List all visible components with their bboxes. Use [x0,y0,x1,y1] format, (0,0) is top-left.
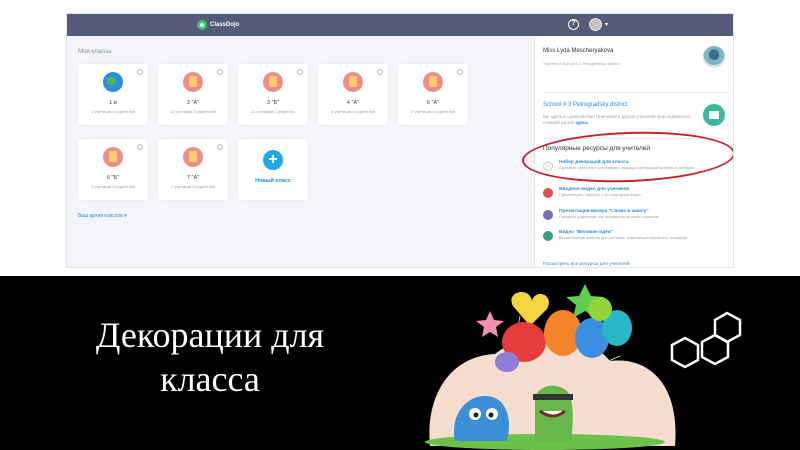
class-select-radio[interactable] [137,69,143,75]
presentation-icon [543,210,553,220]
monster-blindfold [533,394,573,400]
class-meta: 2 учеников 0 родителей [410,109,456,114]
class-name: 6 "Б" [106,175,120,181]
book-icon [263,72,283,92]
all-resources-link[interactable]: Посмотреть все ресурсы для учителей [543,262,630,267]
class-select-radio[interactable] [217,144,223,150]
class-meta: 15 учеников 1 родитель [250,109,296,114]
hexagon [700,333,730,366]
profile-avatar[interactable] [703,46,725,68]
resource-item[interactable]: Вводное видео для учеников Презентация C… [543,187,733,207]
class-select-radio[interactable] [297,69,303,75]
class-card[interactable]: 4 "А" 6 учеников 0 родителей [318,64,388,125]
book-icon [183,72,203,92]
chevron-down-icon[interactable]: ▾ [605,21,608,28]
teacher-name: Miss Lyda Mescheryakova [543,48,614,54]
divider [543,92,729,93]
plus-icon: + [263,150,283,170]
class-archive-label: Ваш архив классов [78,213,123,219]
school-invite-link[interactable]: здесь [575,120,588,125]
class-card[interactable]: 1 в 1 учеников 0 родителей [78,64,148,125]
classdojo-logo[interactable]: ClassDojo [197,19,239,31]
idea-video-icon [543,231,553,241]
class-name: 6 "А" [426,100,440,106]
school-invite-message: Вы здесь в одиночестве! Пригласите други… [543,114,691,125]
class-archive-link[interactable]: Ваш архив классов ▾ [78,213,127,219]
class-meta: 3 учеников 0 родителей [90,184,136,189]
class-name: 3 "Б" [266,100,280,106]
resource-title[interactable]: Вводное видео для учеников [559,187,629,192]
video-icon [543,188,553,198]
class-select-radio[interactable] [137,144,143,150]
school-link[interactable]: School # 3 Petrogradsky district [543,102,627,108]
monsters-illustration [425,284,676,450]
class-meta: 6 учеников 0 родителей [330,109,376,114]
resource-desc: Покажите родителям, как оставаться на св… [559,215,660,219]
new-class-label: Новый класс [255,178,291,184]
resource-title[interactable]: Презентация вечера "Снова в школу" [559,209,649,214]
class-select-radio[interactable] [457,69,463,75]
classdojo-screenshot: ClassDojo ? ▾ Мои классы 1 в 1 учеников … [66,13,734,268]
class-select-radio[interactable] [217,69,223,75]
balloon [495,352,519,372]
class-name: 7 "А" [186,175,200,181]
slide-title: Декорации для класса [60,313,360,401]
slide-title-line: Декорации для [95,315,325,355]
help-icon[interactable]: ? [568,19,579,30]
star-balloon [476,311,504,337]
resource-desc: Презентация ClassDojo с 90-секундным вид… [559,193,641,197]
book-icon [343,72,363,92]
user-avatar[interactable] [589,18,602,31]
class-meta: 14 учеников 3 родителей [169,109,217,114]
class-meta: 2 учеников 0 родителей [170,184,216,189]
class-name: 3 "А" [186,100,200,106]
globe-icon [103,72,123,92]
book-icon [103,147,123,167]
monster-pupil [488,412,494,418]
class-card[interactable]: 6 "А" 2 учеников 0 родителей [398,64,468,125]
class-name: 4 "А" [346,100,360,106]
chevron-down-icon: ▾ [124,213,127,219]
class-meta: 1 учеников 0 родителей [90,109,136,114]
class-name: 1 в [109,100,117,106]
logo-icon [197,20,207,30]
logo-text: ClassDojo [210,22,240,28]
hexagon-decoration [670,311,742,369]
class-card[interactable]: 6 "Б" 3 учеников 0 родителей [78,139,148,200]
slide-title-line: класса [160,359,260,399]
title-band: Декорации для класса [0,276,800,450]
resource-item[interactable]: Презентация вечера "Снова в школу" Покаж… [543,209,733,229]
school-building-icon [703,104,725,126]
book-icon [183,147,203,167]
slide: ClassDojo ? ▾ Мои классы 1 в 1 учеников … [0,0,800,450]
class-select-radio[interactable] [377,69,383,75]
balloon [588,297,612,321]
class-card[interactable]: 3 "Б" 15 учеников 1 родитель [238,64,308,125]
book-icon [423,72,443,92]
resource-title[interactable]: Видео "Великие идеи" [559,230,613,235]
hexagon [670,336,700,369]
app-header: ClassDojo ? ▾ [67,14,733,36]
class-card[interactable]: 3 "А" 14 учеников 3 родителей [158,64,228,125]
resource-desc: Великолепные занятия для учеников, помог… [559,236,688,240]
new-class-button[interactable]: + Новый класс [238,139,308,200]
heart-balloon [511,291,549,326]
resource-item[interactable]: Видео "Великие идеи" Великолепные заняти… [543,230,733,250]
teacher-school: Учитель в School # 3 Petrogradsky distri… [543,61,619,66]
classes-section-title: Мои классы [78,49,112,55]
monster-pupil [473,412,479,418]
school-invite-text: Вы здесь в одиночестве! Пригласите други… [543,114,693,126]
screenshot-band: ClassDojo ? ▾ Мои классы 1 в 1 учеников … [0,0,800,276]
class-card[interactable]: 7 "А" 2 учеников 0 родителей [158,139,228,200]
